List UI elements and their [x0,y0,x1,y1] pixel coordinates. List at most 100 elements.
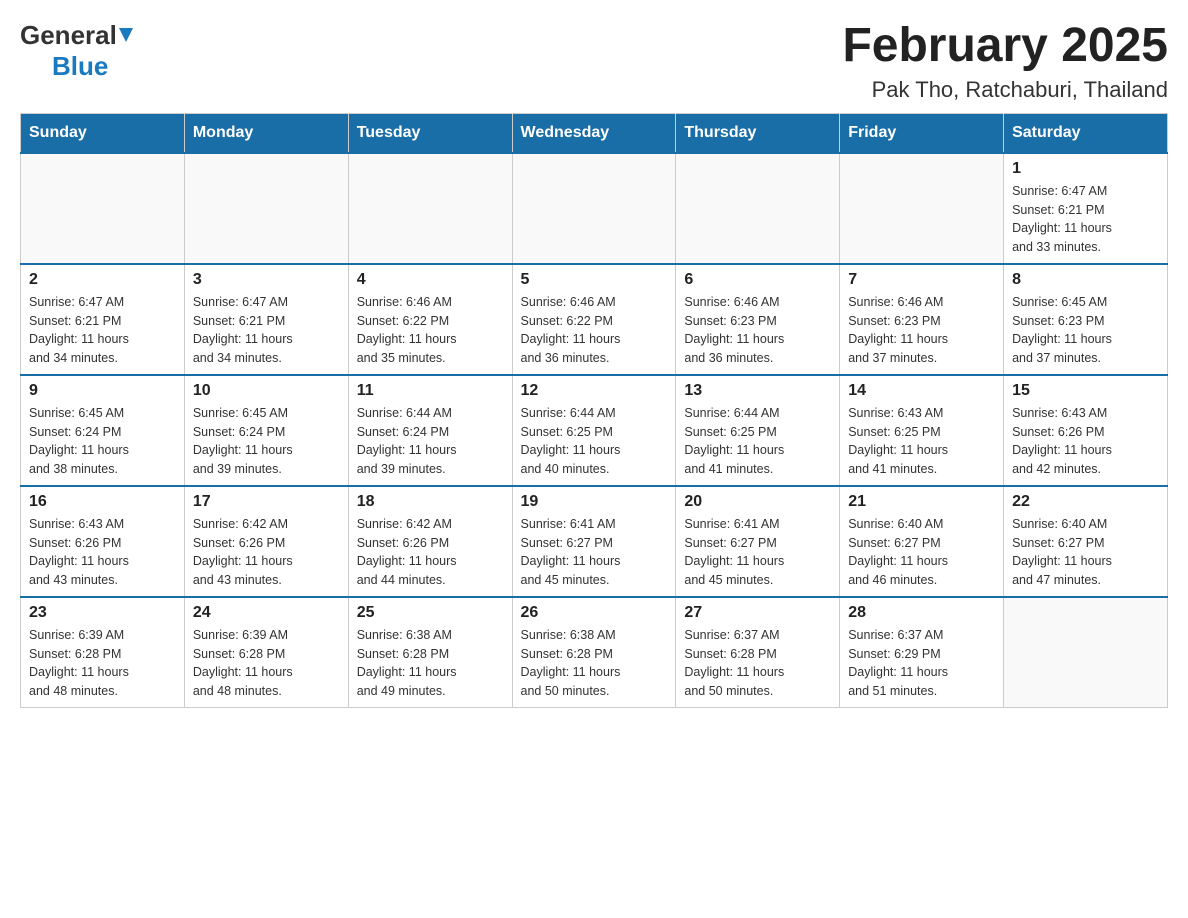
calendar-day-cell: 25 Sunrise: 6:38 AM Sunset: 6:28 PM Dayli… [348,597,512,708]
day-number: 20 [684,493,831,511]
calendar-day-cell: 28 Sunrise: 6:37 AM Sunset: 6:29 PM Dayli… [840,597,1004,708]
day-number: 5 [521,271,668,289]
day-info: Sunrise: 6:37 AM Sunset: 6:28 PM Dayligh… [684,626,831,701]
calendar-day-cell [1004,597,1168,708]
header-thursday: Thursday [676,113,840,153]
day-info: Sunrise: 6:45 AM Sunset: 6:24 PM Dayligh… [29,404,176,479]
day-info: Sunrise: 6:42 AM Sunset: 6:26 PM Dayligh… [193,515,340,590]
day-info: Sunrise: 6:44 AM Sunset: 6:24 PM Dayligh… [357,404,504,479]
day-number: 11 [357,382,504,400]
calendar-day-cell: 20 Sunrise: 6:41 AM Sunset: 6:27 PM Dayli… [676,486,840,597]
calendar-day-cell: 26Sunrise: 6:38 AM Sunset: 6:28 PM Dayli… [512,597,676,708]
day-number: 7 [848,271,995,289]
weekday-header-row: Sunday Monday Tuesday Wednesday Thursday… [21,113,1168,153]
logo-blue: Blue [52,51,108,82]
day-number: 25 [357,604,504,622]
day-info: Sunrise: 6:47 AM Sunset: 6:21 PM Dayligh… [193,293,340,368]
calendar-day-cell [348,153,512,264]
calendar-day-cell: 27 Sunrise: 6:37 AM Sunset: 6:28 PM Dayli… [676,597,840,708]
day-info: Sunrise: 6:42 AM Sunset: 6:26 PM Dayligh… [357,515,504,590]
day-number: 17 [193,493,340,511]
calendar-day-cell: 19 Sunrise: 6:41 AM Sunset: 6:27 PM Dayli… [512,486,676,597]
calendar-week-row: 23 Sunrise: 6:39 AM Sunset: 6:28 PM Dayli… [21,597,1168,708]
day-info: Sunrise: 6:43 AM Sunset: 6:25 PM Dayligh… [848,404,995,479]
calendar-day-cell: 12 Sunrise: 6:44 AM Sunset: 6:25 PM Dayli… [512,375,676,486]
header-monday: Monday [184,113,348,153]
calendar-day-cell: 11 Sunrise: 6:44 AM Sunset: 6:24 PM Dayli… [348,375,512,486]
day-number: 9 [29,382,176,400]
day-number: 27 [684,604,831,622]
calendar-day-cell: 8 Sunrise: 6:45 AM Sunset: 6:23 PM Daylig… [1004,264,1168,375]
calendar-day-cell: 24Sunrise: 6:39 AM Sunset: 6:28 PM Dayli… [184,597,348,708]
day-info: Sunrise: 6:46 AM Sunset: 6:23 PM Dayligh… [848,293,995,368]
calendar-day-cell [840,153,1004,264]
calendar-day-cell: 5 Sunrise: 6:46 AM Sunset: 6:22 PM Daylig… [512,264,676,375]
calendar-day-cell [512,153,676,264]
day-info: Sunrise: 6:37 AM Sunset: 6:29 PM Dayligh… [848,626,995,701]
calendar-day-cell [676,153,840,264]
day-number: 10 [193,382,340,400]
title-block: February 2025 Pak Tho, Ratchaburi, Thail… [842,20,1168,103]
day-number: 13 [684,382,831,400]
day-info: Sunrise: 6:43 AM Sunset: 6:26 PM Dayligh… [1012,404,1159,479]
location-subtitle: Pak Tho, Ratchaburi, Thailand [842,77,1168,103]
day-number: 1 [1012,160,1159,178]
calendar-day-cell: 16 Sunrise: 6:43 AM Sunset: 6:26 PM Dayli… [21,486,185,597]
day-info: Sunrise: 6:45 AM Sunset: 6:24 PM Dayligh… [193,404,340,479]
day-info: Sunrise: 6:46 AM Sunset: 6:22 PM Dayligh… [357,293,504,368]
day-number: 12 [521,382,668,400]
day-number: 4 [357,271,504,289]
day-number: 16 [29,493,176,511]
day-number: 28 [848,604,995,622]
calendar-week-row: 1 Sunrise: 6:47 AM Sunset: 6:21 PM Daylig… [21,153,1168,264]
day-info: Sunrise: 6:47 AM Sunset: 6:21 PM Dayligh… [29,293,176,368]
calendar-day-cell [21,153,185,264]
day-number: 23 [29,604,176,622]
day-info: Sunrise: 6:43 AM Sunset: 6:26 PM Dayligh… [29,515,176,590]
calendar-day-cell: 3 Sunrise: 6:47 AM Sunset: 6:21 PM Daylig… [184,264,348,375]
day-info: Sunrise: 6:44 AM Sunset: 6:25 PM Dayligh… [684,404,831,479]
header-sunday: Sunday [21,113,185,153]
calendar-day-cell: 6 Sunrise: 6:46 AM Sunset: 6:23 PM Daylig… [676,264,840,375]
calendar-day-cell: 9 Sunrise: 6:45 AM Sunset: 6:24 PM Daylig… [21,375,185,486]
calendar-day-cell: 13 Sunrise: 6:44 AM Sunset: 6:25 PM Dayli… [676,375,840,486]
calendar-day-cell: 18 Sunrise: 6:42 AM Sunset: 6:26 PM Dayli… [348,486,512,597]
day-info: Sunrise: 6:38 AM Sunset: 6:28 PM Dayligh… [357,626,504,701]
day-info: Sunrise: 6:41 AM Sunset: 6:27 PM Dayligh… [684,515,831,590]
calendar-day-cell: 22 Sunrise: 6:40 AM Sunset: 6:27 PM Dayli… [1004,486,1168,597]
calendar-day-cell [184,153,348,264]
page-header: General Blue February 2025 Pak Tho, Ratc… [20,20,1168,103]
day-info: Sunrise: 6:47 AM Sunset: 6:21 PM Dayligh… [1012,182,1159,257]
day-number: 6 [684,271,831,289]
day-info: Sunrise: 6:40 AM Sunset: 6:27 PM Dayligh… [848,515,995,590]
day-number: 8 [1012,271,1159,289]
day-info: Sunrise: 6:41 AM Sunset: 6:27 PM Dayligh… [521,515,668,590]
calendar-day-cell: 10 Sunrise: 6:45 AM Sunset: 6:24 PM Dayli… [184,375,348,486]
day-number: 3 [193,271,340,289]
calendar-week-row: 9 Sunrise: 6:45 AM Sunset: 6:24 PM Daylig… [21,375,1168,486]
calendar-week-row: 16 Sunrise: 6:43 AM Sunset: 6:26 PM Dayli… [21,486,1168,597]
day-number: 22 [1012,493,1159,511]
day-info: Sunrise: 6:44 AM Sunset: 6:25 PM Dayligh… [521,404,668,479]
day-info: Sunrise: 6:39 AM Sunset: 6:28 PM Dayligh… [29,626,176,701]
calendar-day-cell: 21Sunrise: 6:40 AM Sunset: 6:27 PM Dayli… [840,486,1004,597]
logo-arrow-icon [117,20,135,51]
logo-general: General [20,20,135,51]
logo: General Blue [20,20,135,82]
header-saturday: Saturday [1004,113,1168,153]
calendar-day-cell: 14Sunrise: 6:43 AM Sunset: 6:25 PM Dayli… [840,375,1004,486]
day-info: Sunrise: 6:46 AM Sunset: 6:23 PM Dayligh… [684,293,831,368]
calendar-day-cell: 4 Sunrise: 6:46 AM Sunset: 6:22 PM Daylig… [348,264,512,375]
day-number: 19 [521,493,668,511]
day-info: Sunrise: 6:39 AM Sunset: 6:28 PM Dayligh… [193,626,340,701]
day-info: Sunrise: 6:45 AM Sunset: 6:23 PM Dayligh… [1012,293,1159,368]
header-wednesday: Wednesday [512,113,676,153]
day-info: Sunrise: 6:38 AM Sunset: 6:28 PM Dayligh… [521,626,668,701]
day-info: Sunrise: 6:46 AM Sunset: 6:22 PM Dayligh… [521,293,668,368]
header-tuesday: Tuesday [348,113,512,153]
header-friday: Friday [840,113,1004,153]
day-info: Sunrise: 6:40 AM Sunset: 6:27 PM Dayligh… [1012,515,1159,590]
calendar-day-cell: 7 Sunrise: 6:46 AM Sunset: 6:23 PM Daylig… [840,264,1004,375]
day-number: 18 [357,493,504,511]
calendar-day-cell: 15Sunrise: 6:43 AM Sunset: 6:26 PM Dayli… [1004,375,1168,486]
